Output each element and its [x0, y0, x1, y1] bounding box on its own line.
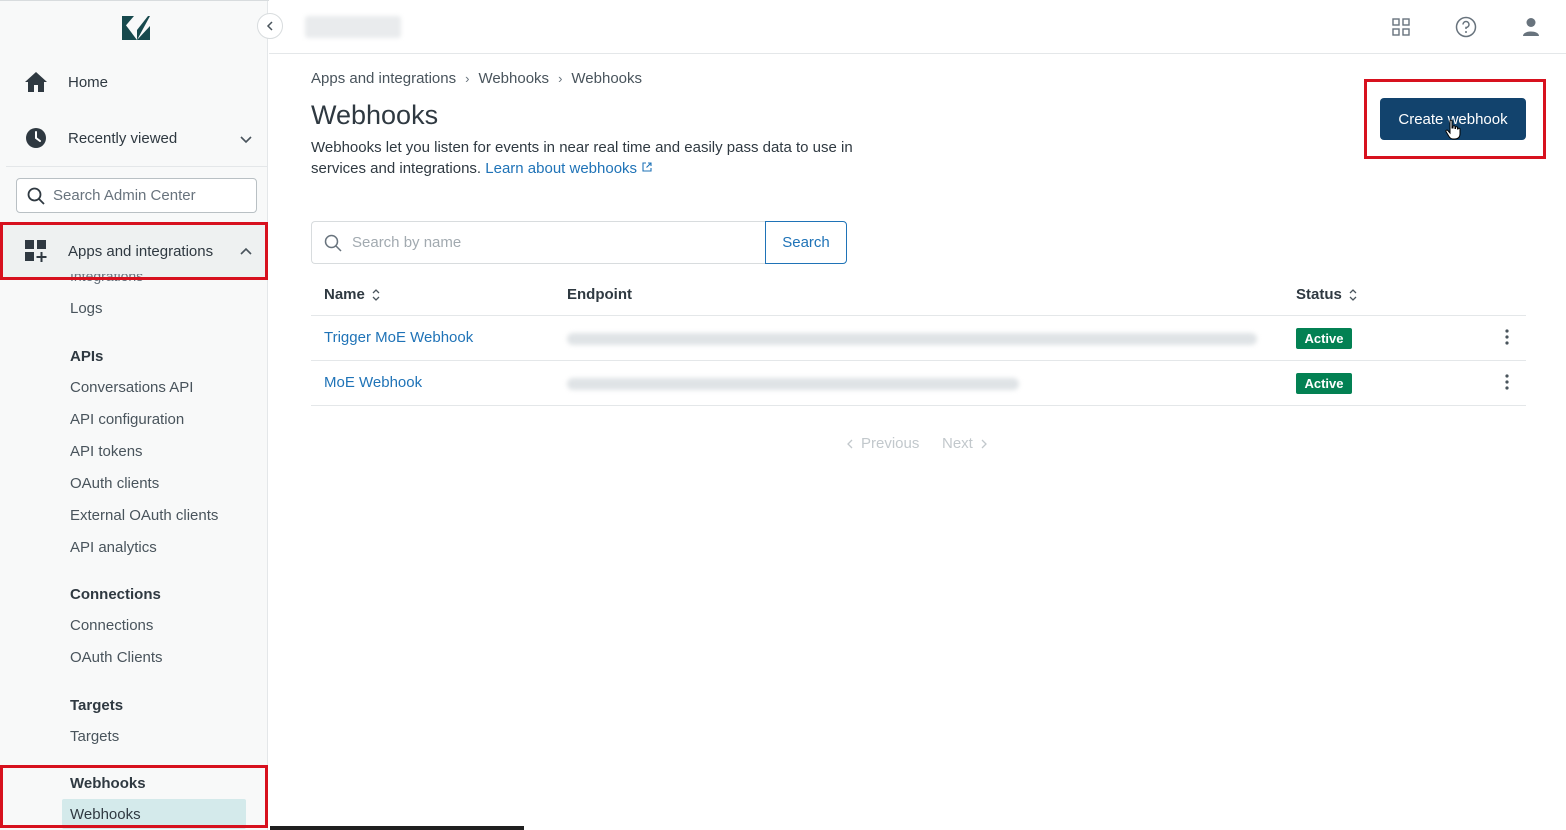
search-by-name-input[interactable] [352, 234, 752, 251]
sidebar-group-webhooks: Webhooks [70, 775, 146, 792]
sidebar-item-oauth-clients[interactable]: OAuth clients [70, 475, 159, 492]
chevron-up-icon[interactable] [239, 245, 253, 259]
sidebar-item-logs[interactable]: Logs [70, 300, 103, 317]
webhook-name-link[interactable]: Trigger MoE Webhook [324, 329, 473, 346]
column-header-status[interactable]: Status [1296, 286, 1358, 303]
search-icon [324, 234, 342, 252]
previous-label: Previous [861, 435, 920, 452]
sidebar-item-api-analytics[interactable]: API analytics [70, 539, 157, 556]
page-title: Webhooks [311, 100, 439, 130]
endpoint-redacted [567, 333, 1257, 345]
breadcrumb: Apps and integrations › Webhooks › Webho… [311, 70, 642, 87]
search-button[interactable]: Search [765, 221, 847, 264]
search-admin-center-input[interactable] [53, 187, 243, 204]
collapse-sidebar-button[interactable] [257, 13, 283, 39]
learn-about-webhooks-link[interactable]: Learn about webhooks [485, 160, 653, 177]
sidebar-item-label: Apps and integrations [68, 242, 214, 260]
table-divider [311, 360, 1526, 361]
external-link-icon [642, 162, 652, 172]
sidebar-item-targets[interactable]: Targets [70, 728, 119, 745]
account-name-redacted [305, 16, 401, 38]
pagination-previous[interactable]: Previous [845, 435, 919, 452]
sidebar-item-conversations-api[interactable]: Conversations API [70, 379, 193, 396]
header-label: Status [1296, 286, 1342, 303]
row-actions-menu-icon[interactable] [1497, 325, 1517, 349]
endpoint-redacted [567, 378, 1019, 390]
sidebar-item-integrations[interactable]: Integrations [70, 274, 143, 284]
sidebar-item-home[interactable]: Home [22, 68, 108, 96]
column-header-name[interactable]: Name [324, 286, 381, 303]
sidebar-item-label: Home [68, 73, 109, 91]
zendesk-logo-icon[interactable] [120, 14, 152, 42]
apps-grid-icon [22, 237, 50, 265]
pagination-next[interactable]: Next [942, 435, 989, 452]
chevron-left-icon [847, 439, 853, 448]
sidebar-group-targets: Targets [70, 697, 124, 714]
chevron-right-icon: › [558, 71, 563, 86]
sidebar-item-connections[interactable]: Connections [70, 617, 153, 634]
products-grid-icon[interactable] [1388, 14, 1414, 40]
sidebar-divider [6, 166, 268, 167]
table-divider [311, 405, 1526, 406]
page-description: Webhooks let you listen for events in ne… [311, 137, 881, 179]
header-label: Name [324, 286, 365, 303]
chevron-right-icon: › [465, 71, 470, 86]
sidebar-search[interactable] [16, 178, 257, 213]
webhook-search-field[interactable] [311, 221, 766, 264]
sidebar-group-apis: APIs [70, 348, 104, 365]
sidebar-item-oauth-clients-connections[interactable]: OAuth Clients [70, 649, 163, 666]
column-header-endpoint: Endpoint [567, 286, 632, 303]
chevron-right-icon [981, 439, 987, 448]
top-bar [269, 0, 1566, 54]
sidebar-item-external-oauth-clients[interactable]: External OAuth clients [70, 507, 218, 524]
status-badge: Active [1296, 328, 1352, 349]
sidebar: Home Recently viewed Apps and integratio… [0, 0, 268, 830]
sidebar-item-webhooks[interactable]: Webhooks [62, 799, 246, 829]
status-badge: Active [1296, 373, 1352, 394]
sidebar-item-api-tokens[interactable]: API tokens [70, 443, 143, 460]
user-avatar-icon[interactable] [1518, 14, 1544, 40]
breadcrumb-apps-and-integrations[interactable]: Apps and integrations [311, 70, 456, 87]
breadcrumb-current: Webhooks [571, 70, 643, 87]
webhook-name-link[interactable]: MoE Webhook [324, 374, 422, 391]
sidebar-item-label: Recently viewed [68, 129, 178, 147]
home-icon [22, 68, 50, 96]
sort-icon [372, 288, 380, 301]
sidebar-item-api-configuration[interactable]: API configuration [70, 411, 184, 428]
sort-icon [1349, 288, 1357, 301]
learn-link-label: Learn about webhooks [485, 160, 638, 177]
breadcrumb-webhooks[interactable]: Webhooks [478, 70, 549, 87]
help-icon[interactable] [1453, 14, 1479, 40]
chevron-left-icon [266, 21, 273, 31]
admin-center-app: Home Recently viewed Apps and integratio… [0, 0, 1566, 830]
sidebar-item-recently-viewed[interactable]: Recently viewed [22, 124, 177, 152]
row-actions-menu-icon[interactable] [1497, 370, 1517, 394]
sidebar-item-apps-and-integrations[interactable]: Apps and integrations [0, 224, 268, 278]
hand-cursor-icon [1445, 119, 1461, 140]
clock-icon [22, 124, 50, 152]
next-label: Next [942, 435, 973, 452]
table-divider [311, 315, 1526, 316]
search-icon [27, 187, 45, 205]
bottom-bar [270, 826, 524, 830]
header-label: Endpoint [567, 286, 632, 303]
sidebar-group-connections: Connections [70, 586, 161, 603]
chevron-down-icon[interactable] [239, 132, 253, 146]
